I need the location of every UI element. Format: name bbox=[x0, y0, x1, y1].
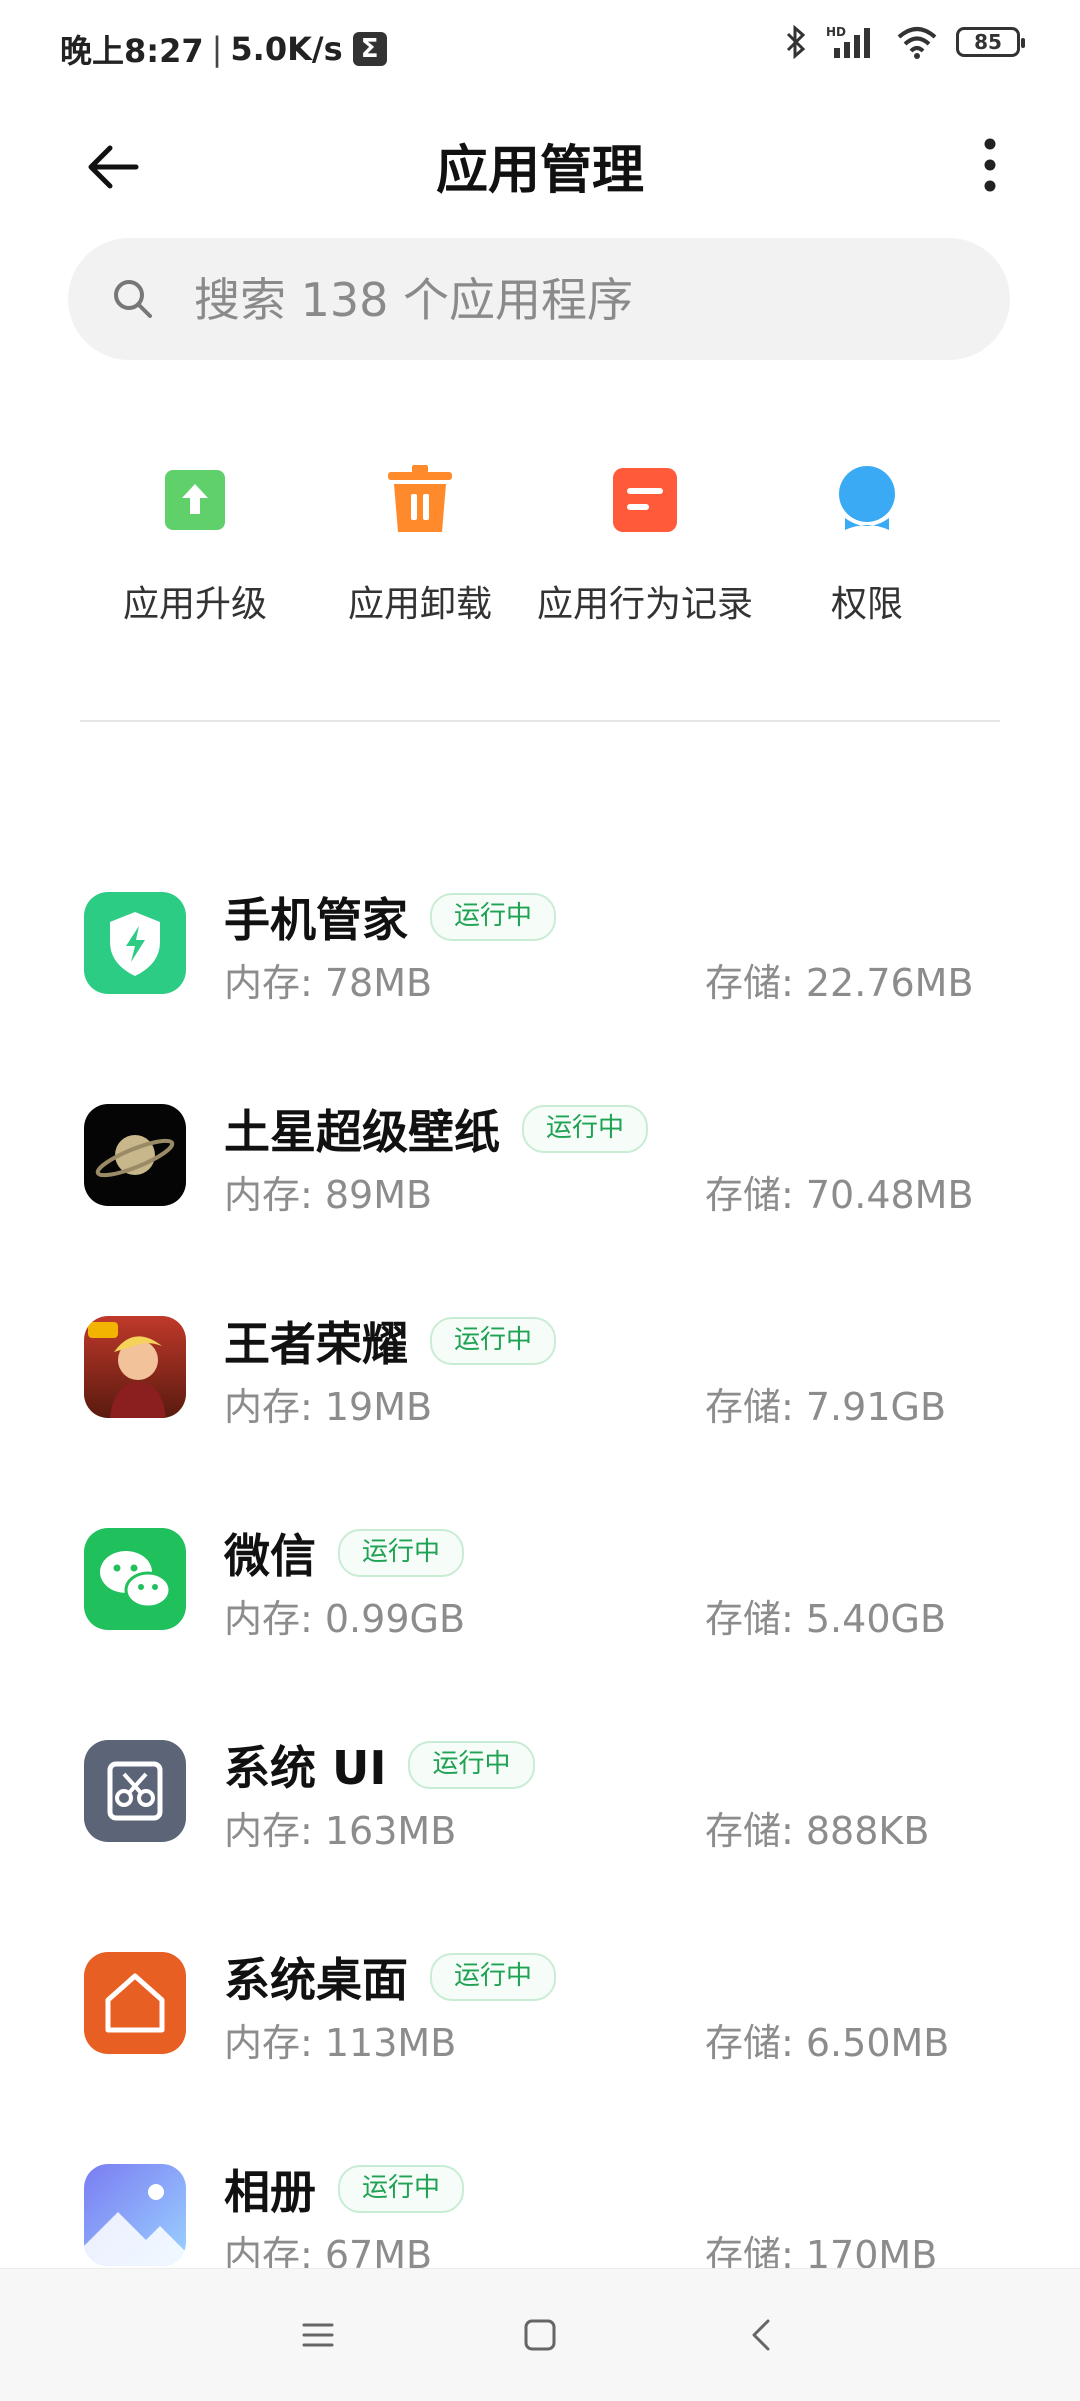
home-icon bbox=[84, 1952, 186, 2054]
app-name: 微信 bbox=[224, 1529, 316, 1583]
status-left: 晚上8:27 | 5.0K/s Σ bbox=[60, 26, 387, 72]
app-name: 手机管家 bbox=[224, 893, 408, 947]
page-title: 应用管理 bbox=[435, 141, 644, 201]
app-storage: 存储: 5.40GB bbox=[705, 1597, 947, 1641]
status-badge: 运行中 bbox=[430, 893, 557, 941]
status-right: HD 85 bbox=[784, 24, 1025, 60]
app-memory: 内存: 19MB bbox=[224, 1385, 433, 1429]
saturn-icon bbox=[84, 1104, 186, 1206]
app-memory: 内存: 78MB bbox=[224, 961, 433, 1005]
app-storage: 存储: 70.48MB bbox=[705, 1173, 974, 1217]
system-nav-bar bbox=[0, 2268, 1080, 2401]
app-title-line: 相册 运行中 bbox=[224, 2156, 465, 2222]
gallery-icon bbox=[84, 2164, 186, 2266]
search-bar[interactable] bbox=[68, 238, 1010, 360]
app-title-line: 系统桌面 运行中 bbox=[224, 1944, 557, 2010]
action-permissions[interactable]: 权限 bbox=[737, 460, 997, 640]
action-app-behavior-record[interactable]: 应用行为记录 bbox=[515, 460, 775, 640]
app-name: 系统桌面 bbox=[224, 1953, 408, 2007]
app-name: 相册 bbox=[224, 2165, 316, 2219]
wifi-icon bbox=[897, 27, 937, 59]
hd-signal-icon: HD bbox=[826, 25, 870, 58]
section-divider bbox=[80, 720, 1000, 722]
app-title-line: 王者荣耀 运行中 bbox=[224, 1308, 557, 1374]
status-badge: 运行中 bbox=[338, 1529, 465, 1577]
more-vertical-icon[interactable] bbox=[960, 130, 1020, 200]
app-list-item[interactable]: 王者荣耀 运行中 内存: 19MB 存储: 7.91GB bbox=[0, 1284, 1080, 1496]
svg-text:HD: HD bbox=[826, 25, 846, 39]
app-title-line: 系统 UI 运行中 bbox=[224, 1732, 535, 1798]
action-label: 应用卸载 bbox=[347, 584, 492, 625]
status-separator: | bbox=[211, 30, 223, 68]
system-ui-icon bbox=[84, 1740, 186, 1842]
status-badge: 运行中 bbox=[338, 2165, 465, 2213]
status-badge: 运行中 bbox=[430, 1953, 557, 2001]
app-name: 土星超级壁纸 bbox=[224, 1105, 500, 1159]
app-list-item[interactable]: 土星超级壁纸 运行中 内存: 89MB 存储: 70.48MB bbox=[0, 1072, 1080, 1284]
battery-level: 85 bbox=[974, 30, 1002, 54]
network-speed: 5.0K/s bbox=[230, 30, 343, 68]
app-memory: 内存: 0.99GB bbox=[224, 1597, 466, 1641]
permission-icon bbox=[839, 466, 895, 530]
app-title-line: 微信 运行中 bbox=[224, 1520, 465, 1586]
menu-icon[interactable] bbox=[290, 2307, 346, 2363]
search-input[interactable] bbox=[192, 260, 956, 340]
app-storage: 存储: 888KB bbox=[705, 1809, 930, 1853]
quick-actions: 应用升级 应用卸载 应用行为记录 权限 bbox=[0, 460, 1080, 640]
app-list-item[interactable]: 系统 UI 运行中 内存: 163MB 存储: 888KB bbox=[0, 1708, 1080, 1920]
record-icon bbox=[613, 468, 677, 532]
search-icon bbox=[114, 280, 152, 318]
status-bar: 晚上8:27 | 5.0K/s Σ HD 85 bbox=[0, 0, 1080, 100]
status-badge: 运行中 bbox=[430, 1317, 557, 1365]
app-name: 系统 UI bbox=[224, 1741, 387, 1795]
app-list-item[interactable]: 系统桌面 运行中 内存: 113MB 存储: 6.50MB bbox=[0, 1920, 1080, 2132]
action-label: 应用升级 bbox=[122, 584, 267, 625]
status-time: 晚上8:27 bbox=[60, 32, 204, 70]
app-storage: 存储: 22.76MB bbox=[705, 961, 974, 1005]
back-chevron-icon[interactable] bbox=[734, 2307, 790, 2363]
app-title-line: 手机管家 运行中 bbox=[224, 884, 557, 950]
status-badge: 运行中 bbox=[408, 1741, 535, 1789]
upgrade-icon bbox=[165, 470, 225, 530]
app-memory: 内存: 113MB bbox=[224, 2021, 457, 2065]
bluetooth-icon bbox=[786, 25, 806, 59]
battery-icon: 85 bbox=[956, 27, 1025, 57]
home-square-icon[interactable] bbox=[512, 2307, 568, 2363]
app-name: 王者荣耀 bbox=[224, 1317, 408, 1371]
action-app-upgrade[interactable]: 应用升级 bbox=[65, 460, 325, 640]
game-icon bbox=[84, 1316, 186, 1418]
trash-icon bbox=[388, 465, 452, 532]
action-label: 应用行为记录 bbox=[536, 584, 753, 625]
app-memory: 内存: 89MB bbox=[224, 1173, 433, 1217]
status-badge: 运行中 bbox=[522, 1105, 649, 1153]
security-shield-icon bbox=[84, 892, 186, 994]
app-memory: 内存: 163MB bbox=[224, 1809, 457, 1853]
app-list-item[interactable]: 微信 运行中 内存: 0.99GB 存储: 5.40GB bbox=[0, 1496, 1080, 1708]
sigma-app-icon: Σ bbox=[352, 32, 387, 66]
app-title-line: 土星超级壁纸 运行中 bbox=[224, 1096, 649, 1162]
app-bar: 应用管理 bbox=[0, 110, 1080, 220]
app-list-item[interactable]: 手机管家 运行中 内存: 78MB 存储: 22.76MB bbox=[0, 860, 1080, 1072]
app-storage: 存储: 6.50MB bbox=[705, 2021, 950, 2065]
app-storage: 存储: 7.91GB bbox=[705, 1385, 947, 1429]
action-label: 权限 bbox=[830, 584, 903, 625]
wechat-icon bbox=[84, 1528, 186, 1630]
action-app-uninstall[interactable]: 应用卸载 bbox=[290, 460, 550, 640]
